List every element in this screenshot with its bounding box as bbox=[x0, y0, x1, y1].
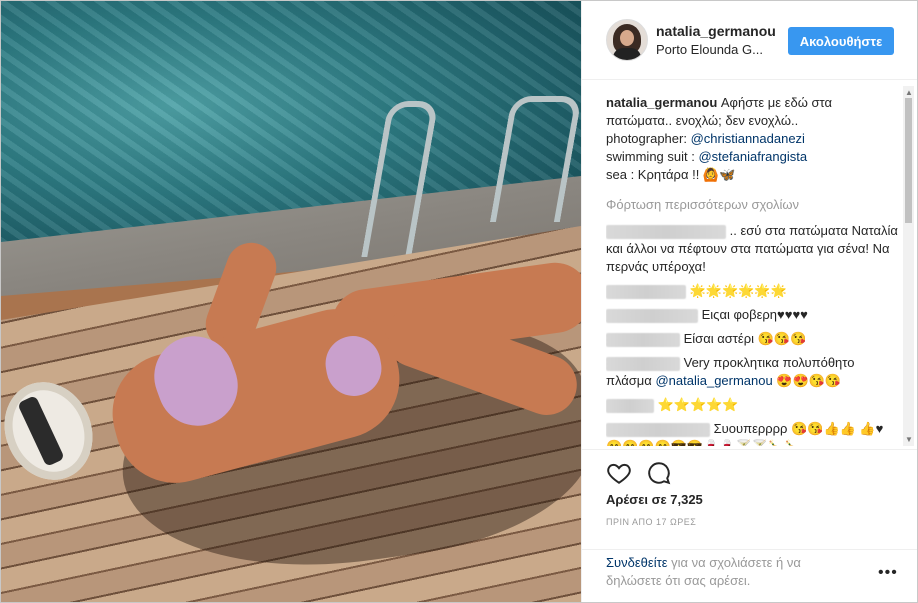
comment: ⭐⭐⭐⭐⭐ bbox=[606, 396, 898, 414]
comment: Είσαι αστέρι 😘😘😘 bbox=[606, 330, 898, 348]
login-prompt: Συνδεθείτε για να σχολιάσετε ή να δηλώσε… bbox=[606, 554, 836, 590]
comment: .. εσύ στα πατώματα Ναταλία και άλλοι να… bbox=[606, 222, 898, 276]
suit-mention[interactable]: @stefaniafrangista bbox=[698, 149, 807, 164]
post-sidebar: natalia_germanou Porto Elounda G... Ακολ… bbox=[581, 1, 917, 602]
header-username[interactable]: natalia_germanou bbox=[656, 23, 776, 39]
comment-icon[interactable] bbox=[646, 460, 672, 486]
post-header: natalia_germanou Porto Elounda G... Ακολ… bbox=[582, 1, 917, 80]
photographer-mention[interactable]: @christiannadanezi bbox=[691, 131, 805, 146]
avatar[interactable] bbox=[606, 19, 648, 61]
comments-list: natalia_germanou Αφήστε με εδώ στα πατώμ… bbox=[606, 94, 898, 446]
blurred-username bbox=[606, 398, 654, 413]
blurred-username bbox=[606, 332, 680, 347]
login-row: Συνδεθείτε για να σχολιάσετε ή να δηλώσε… bbox=[582, 549, 917, 602]
comment-text: 🌟🌟🌟🌟🌟🌟 bbox=[689, 283, 787, 298]
more-options-icon[interactable]: ••• bbox=[878, 564, 898, 582]
comment-text: Είσαι αστέρι 😘😘😘 bbox=[683, 331, 807, 346]
blurred-username bbox=[606, 422, 710, 437]
scrollbar-thumb[interactable] bbox=[905, 98, 912, 223]
follow-button[interactable]: Ακολουθήστε bbox=[788, 27, 894, 55]
comment-text: Ειςαι φοβερη♥♥♥♥ bbox=[701, 307, 808, 322]
comment: Very προκλητικα πολυπόθητο πλάσμα @natal… bbox=[606, 354, 898, 390]
blurred-username bbox=[606, 284, 686, 299]
blurred-username bbox=[606, 308, 698, 323]
header-location[interactable]: Porto Elounda G... bbox=[656, 42, 763, 57]
post-window: natalia_germanou Porto Elounda G... Ακολ… bbox=[0, 0, 918, 603]
post-time[interactable]: ΠΡΙΝ ΑΠΟ 17 ΩΡΕΣ bbox=[606, 517, 696, 527]
comments-scrollbar[interactable]: ▲ ▼ bbox=[903, 86, 914, 446]
load-more-comments[interactable]: Φόρτωση περισσότερων σχολίων bbox=[606, 196, 898, 214]
comment-mention[interactable]: @natalia_germanou bbox=[655, 373, 772, 388]
heart-icon[interactable] bbox=[606, 460, 632, 486]
scroll-down-arrow-icon[interactable]: ▼ bbox=[905, 435, 913, 444]
comment: 🌟🌟🌟🌟🌟🌟 bbox=[606, 282, 898, 300]
blurred-username bbox=[606, 224, 726, 239]
comment-text: ⭐⭐⭐⭐⭐ bbox=[657, 397, 739, 412]
post-actions: Αρέσει σε 7,325 ΠΡΙΝ ΑΠΟ 17 ΩΡΕΣ Συνδεθε… bbox=[582, 449, 917, 602]
comment: Ειςαι φοβερη♥♥♥♥ bbox=[606, 306, 898, 324]
post-photo[interactable] bbox=[1, 1, 581, 602]
caption: natalia_germanou Αφήστε με εδώ στα πατώμ… bbox=[606, 94, 898, 184]
likes-count[interactable]: Αρέσει σε 7,325 bbox=[606, 492, 703, 507]
scroll-up-arrow-icon[interactable]: ▲ bbox=[905, 88, 913, 97]
caption-username[interactable]: natalia_germanou bbox=[606, 95, 717, 110]
comment-suffix: 😍😍😘😘 bbox=[776, 373, 842, 388]
blurred-username bbox=[606, 356, 680, 371]
login-link[interactable]: Συνδεθείτε bbox=[606, 555, 668, 570]
comment: Συουπερρρρ 😘😘👍👍 👍♥😊😊😊😊😎😎🍷🍷🍸🍸🍾🍾 bbox=[606, 420, 898, 446]
caption-photographer-label: photographer: bbox=[606, 131, 687, 146]
caption-suit-label: swimming suit : bbox=[606, 149, 695, 164]
caption-sea: sea : Κρητάρα !! 🙆🦋 bbox=[606, 167, 736, 182]
